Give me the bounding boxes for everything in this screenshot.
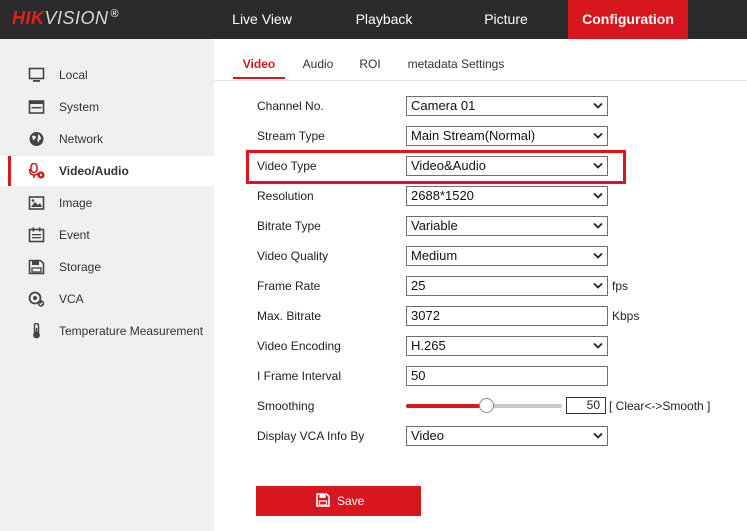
hikvision-logo: HIKVISION ® — [12, 8, 120, 28]
frame-rate-select[interactable]: 25 — [406, 276, 608, 296]
sidebar-item-label: Temperature Measurement — [59, 324, 204, 338]
chevron-down-icon — [593, 222, 603, 229]
sidebar-item-storage[interactable]: Storage — [0, 252, 214, 282]
bitrate-type-value: Variable — [411, 218, 458, 233]
sidebar-item-label: System — [59, 100, 100, 114]
frame-rate-value: 25 — [411, 278, 426, 293]
video-quality-label: Video Quality — [257, 249, 329, 263]
tab-video[interactable]: Video — [233, 51, 285, 79]
chevron-down-icon — [593, 132, 603, 139]
sidebar-item-label: Storage — [59, 260, 102, 274]
sidebar-item-network[interactable]: Network — [0, 124, 214, 154]
display-vca-select[interactable]: Video — [406, 426, 608, 446]
window-icon — [28, 100, 45, 114]
sidebar-item-image[interactable]: Image — [0, 188, 214, 218]
smoothing-slider-thumb[interactable] — [478, 398, 494, 413]
tab-audio[interactable]: Audio — [293, 51, 343, 79]
smoothing-hint: [ Clear<->Smooth ] — [609, 399, 711, 413]
video-quality-select[interactable]: Medium — [406, 246, 608, 266]
sidebar-item-label: Image — [59, 196, 93, 210]
video-encoding-value: H.265 — [411, 338, 446, 353]
sidebar-item-local[interactable]: Local — [0, 60, 214, 90]
resolution-value: 2688*1520 — [411, 188, 474, 203]
save-button[interactable]: Save — [256, 486, 421, 516]
chevron-down-icon — [593, 342, 603, 349]
sidebar-item-video-audio[interactable]: Video/Audio — [0, 156, 214, 186]
chevron-down-icon — [593, 102, 603, 109]
thermometer-icon — [33, 323, 40, 339]
video-quality-value: Medium — [411, 248, 458, 263]
bitrate-type-label: Bitrate Type — [257, 219, 321, 233]
i-frame-interval-label: I Frame Interval — [257, 369, 342, 383]
sidebar-item-label: Video/Audio — [59, 164, 129, 178]
calendar-icon — [28, 227, 45, 243]
nav-live-view[interactable]: Live View — [208, 0, 316, 39]
sidebar: Local System Network Video/Audio Image E… — [0, 39, 214, 531]
max-bitrate-label: Max. Bitrate — [257, 309, 322, 323]
floppy-icon — [316, 493, 330, 507]
nav-configuration[interactable]: Configuration — [568, 0, 688, 39]
sidebar-item-temperature-measurement[interactable]: Temperature Measurement — [0, 316, 214, 346]
video-encoding-select[interactable]: H.265 — [406, 336, 608, 356]
smoothing-label: Smoothing — [257, 399, 315, 413]
chevron-down-icon — [593, 252, 603, 259]
video-encoding-label: Video Encoding — [257, 339, 341, 353]
top-nav-bar: HIKVISION ® Live View Playback Picture Co… — [0, 0, 747, 39]
nav-picture[interactable]: Picture — [452, 0, 560, 39]
i-frame-interval-input[interactable]: 50 — [406, 366, 608, 386]
save-button-label: Save — [337, 494, 365, 508]
channel-no-value: Camera 01 — [411, 98, 476, 113]
smoothing-slider-fill — [406, 404, 484, 408]
sidebar-item-label: Event — [59, 228, 90, 242]
vca-icon — [28, 291, 45, 307]
tab-roi[interactable]: ROI — [350, 51, 390, 79]
floppy-icon — [28, 259, 45, 275]
display-vca-value: Video — [411, 428, 445, 443]
display-vca-label: Display VCA Info By — [257, 429, 365, 443]
frame-rate-label: Frame Rate — [257, 279, 321, 293]
sidebar-item-label: VCA — [59, 292, 84, 306]
video-type-highlight-box — [246, 150, 626, 184]
nav-playback[interactable]: Playback — [330, 0, 438, 39]
stream-type-value: Main Stream(Normal) — [411, 128, 536, 143]
chevron-down-icon — [593, 282, 603, 289]
sidebar-item-label: Local — [59, 68, 88, 82]
max-bitrate-unit: Kbps — [612, 309, 640, 323]
mic-camera-icon — [28, 163, 45, 179]
channel-no-label: Channel No. — [257, 99, 324, 113]
resolution-select[interactable]: 2688*1520 — [406, 186, 608, 206]
chevron-down-icon — [593, 192, 603, 199]
max-bitrate-input[interactable]: 3072 — [406, 306, 608, 326]
channel-no-select[interactable]: Camera 01 — [406, 96, 608, 116]
sidebar-item-label: Network — [59, 132, 104, 146]
stream-type-label: Stream Type — [257, 129, 325, 143]
stream-type-select[interactable]: Main Stream(Normal) — [406, 126, 608, 146]
smoothing-value-input[interactable]: 50 — [566, 397, 606, 414]
chevron-down-icon — [593, 432, 603, 439]
tab-metadata-settings[interactable]: metadata Settings — [400, 51, 512, 79]
sidebar-item-vca[interactable]: VCA — [0, 284, 214, 314]
monitor-icon — [28, 67, 45, 82]
sidebar-item-event[interactable]: Event — [0, 220, 214, 250]
bitrate-type-select[interactable]: Variable — [406, 216, 608, 236]
resolution-label: Resolution — [257, 189, 314, 203]
globe-icon — [29, 132, 44, 146]
frame-rate-unit: fps — [612, 279, 629, 293]
sidebar-item-system[interactable]: System — [0, 92, 214, 122]
image-icon — [28, 196, 45, 210]
tab-divider — [214, 80, 747, 81]
